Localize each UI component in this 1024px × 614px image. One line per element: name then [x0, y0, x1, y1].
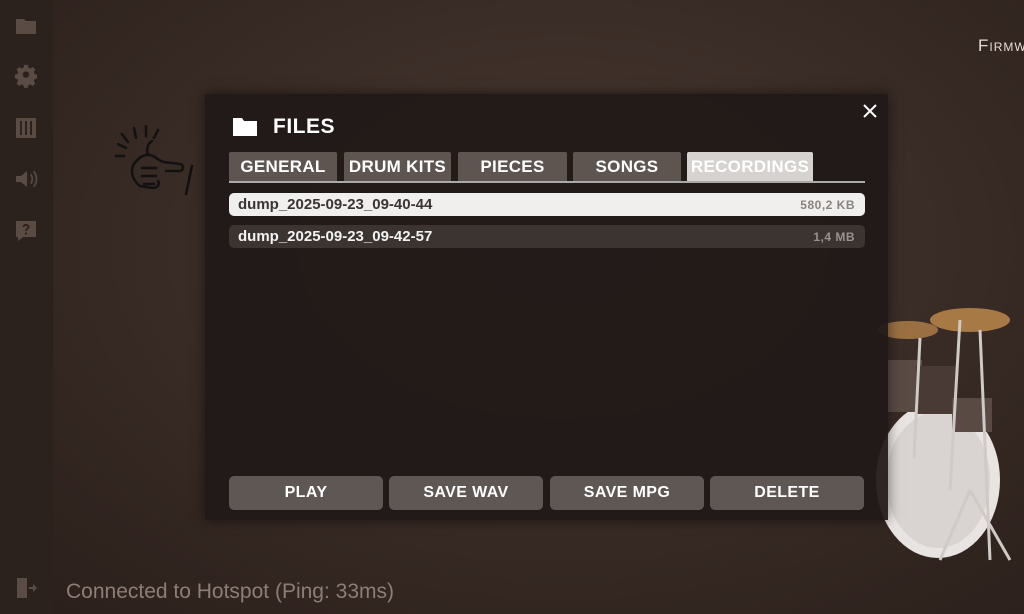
file-name: dump_2025-09-23_09-42-57 [238, 228, 433, 245]
file-size: 580,2 KB [800, 197, 855, 212]
action-bar: PLAY SAVE WAV SAVE MPG DELETE [229, 476, 865, 510]
firmware-label: Firmw [978, 36, 1024, 55]
speaker-icon[interactable] [14, 167, 38, 191]
close-button[interactable] [861, 102, 879, 120]
file-name: dump_2025-09-23_09-40-44 [238, 196, 433, 213]
tab-recordings[interactable]: RECORDINGS [687, 152, 813, 181]
exit-icon[interactable] [14, 576, 38, 600]
dialog-title-text: FILES [273, 115, 336, 138]
list-item[interactable]: dump_2025-09-23_09-42-57 1,4 MB [229, 225, 865, 248]
dialog-title: FILES [233, 114, 335, 140]
list-item[interactable]: dump_2025-09-23_09-40-44 580,2 KB [229, 193, 865, 216]
sidebar [0, 0, 53, 614]
close-icon [863, 104, 877, 118]
delete-button[interactable]: DELETE [710, 476, 864, 510]
play-button[interactable]: PLAY [229, 476, 383, 510]
tab-songs[interactable]: SONGS [573, 152, 681, 181]
gear-icon[interactable] [14, 64, 38, 88]
save-wav-button[interactable]: SAVE WAV [389, 476, 543, 510]
folder-icon [233, 118, 257, 136]
hand-illustration [112, 124, 202, 199]
folder-icon[interactable] [14, 14, 38, 38]
save-mpg-button[interactable]: SAVE MPG [550, 476, 704, 510]
files-dialog: FILES GENERAL DRUM KITS PIECES SONGS REC… [205, 94, 888, 520]
file-size: 1,4 MB [813, 229, 855, 244]
tab-general[interactable]: GENERAL [229, 152, 337, 181]
tab-pieces[interactable]: PIECES [458, 152, 567, 181]
help-icon[interactable] [14, 219, 38, 243]
tab-bar: GENERAL DRUM KITS PIECES SONGS RECORDING… [229, 152, 865, 183]
mixer-icon[interactable] [14, 116, 38, 140]
connection-status: Connected to Hotspot (Ping: 33ms) [66, 580, 395, 603]
tab-drum-kits[interactable]: DRUM KITS [344, 152, 451, 181]
